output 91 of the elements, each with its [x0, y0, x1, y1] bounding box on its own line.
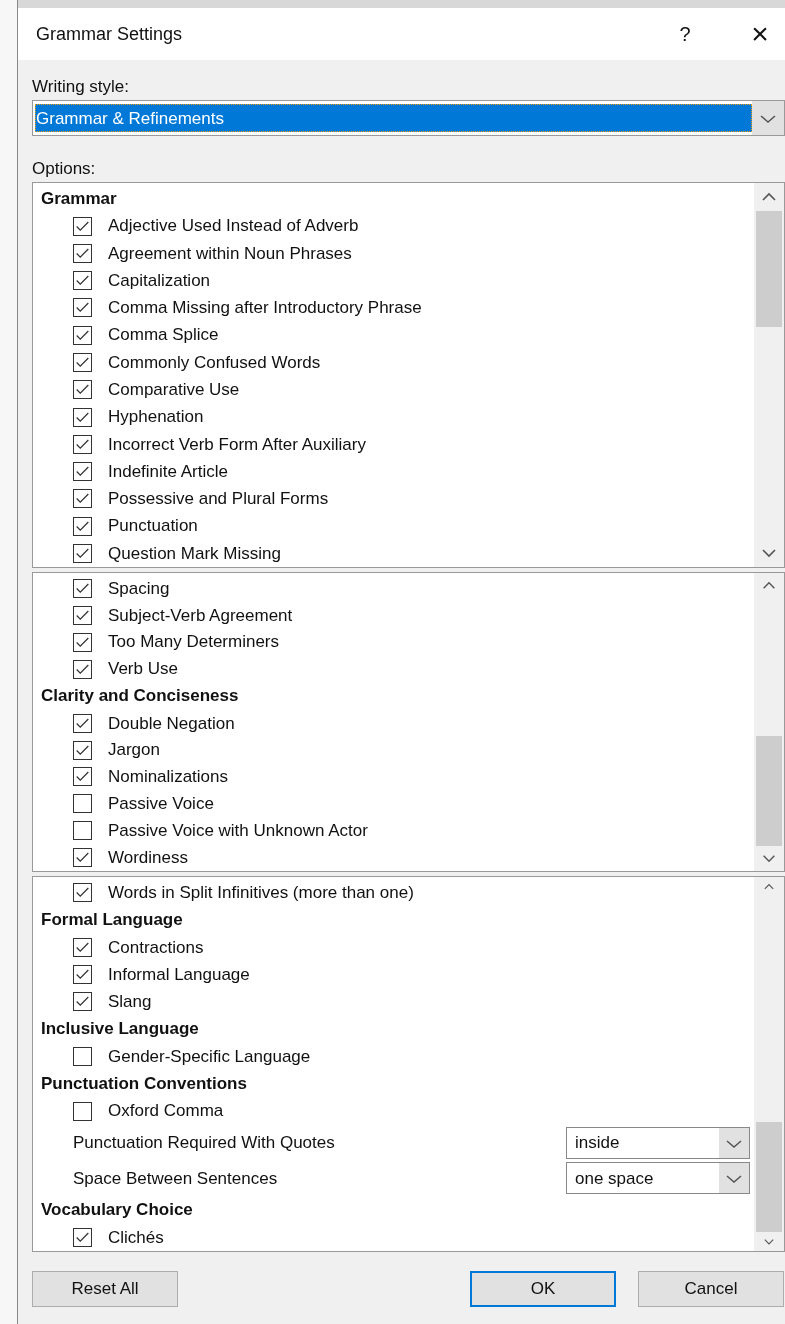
checkbox-label: Question Mark Missing	[108, 542, 281, 565]
checkbox[interactable]	[73, 848, 92, 868]
checkbox-label: Contractions	[108, 936, 204, 959]
checkbox[interactable]	[73, 516, 92, 536]
checkbox-label: Wordiness	[108, 846, 188, 869]
checkbox[interactable]	[73, 434, 92, 454]
chevron-down-icon	[719, 1163, 749, 1194]
checkbox-label: Double Negation	[108, 712, 235, 735]
dialog-button[interactable]: OK	[470, 1271, 616, 1307]
checkbox-label: Nominalizations	[108, 766, 228, 789]
checkbox[interactable]	[73, 489, 92, 509]
option-dropdown[interactable]: one space	[566, 1162, 750, 1195]
checkbox[interactable]	[73, 243, 92, 263]
chevron-down-icon	[752, 101, 784, 135]
checkbox[interactable]	[73, 632, 92, 652]
checkbox[interactable]	[73, 605, 92, 625]
checkbox-label: Hyphenation	[108, 406, 204, 429]
help-button[interactable]: ?	[655, 19, 715, 49]
section-heading: Grammar	[41, 188, 118, 210]
checkbox[interactable]	[73, 407, 92, 427]
section-heading: Punctuation Conventions	[41, 1073, 248, 1096]
checkbox-label: Subject-Verb Agreement	[108, 604, 293, 627]
checkbox[interactable]	[73, 352, 92, 372]
dropdown-value: inside	[574, 1131, 621, 1154]
option-dropdown[interactable]: inside	[566, 1126, 750, 1159]
writing-style-dropdown[interactable]: Grammar & Refinements	[32, 100, 785, 136]
checkbox[interactable]	[73, 216, 92, 236]
checkbox[interactable]	[73, 937, 92, 957]
checkbox[interactable]	[73, 1227, 92, 1247]
chevron-down-icon	[719, 1127, 749, 1158]
section-heading: Inclusive Language	[41, 1018, 200, 1041]
checkbox[interactable]	[73, 659, 92, 679]
checkbox-label: Oxford Comma	[108, 1100, 224, 1123]
checkbox[interactable]	[73, 794, 92, 814]
section-heading: Formal Language	[41, 909, 184, 932]
scroll-thumb[interactable]	[756, 736, 782, 846]
checkbox[interactable]	[73, 1101, 92, 1121]
checkbox-label: Capitalization	[108, 269, 211, 292]
checkbox-label: Possessive and Plural Forms	[108, 488, 329, 511]
checkbox[interactable]	[73, 821, 92, 841]
checkbox-label: Jargon	[108, 739, 160, 762]
checkbox-label: Punctuation	[108, 515, 198, 538]
section-heading: Clarity and Conciseness	[41, 685, 240, 708]
checkbox-label: Slang	[108, 991, 152, 1013]
checkbox[interactable]	[73, 713, 92, 733]
checkbox-label: Too Many Determiners	[108, 631, 279, 654]
checkbox[interactable]	[73, 1046, 92, 1066]
scrollbar[interactable]	[754, 573, 784, 871]
checkbox-label: Passive Voice	[108, 793, 214, 816]
section-heading: Vocabulary Choice	[41, 1199, 194, 1222]
checkbox-label: Informal Language	[108, 963, 250, 986]
checkbox-label: Agreement within Noun Phrases	[108, 242, 352, 265]
checkbox-label: Adjective Used Instead of Adverb	[108, 215, 359, 238]
checkbox-label: Comma Splice	[108, 324, 219, 347]
checkbox-label: Spacing	[108, 577, 170, 600]
checkbox[interactable]	[73, 992, 92, 1012]
checkbox[interactable]	[73, 578, 92, 598]
scroll-thumb[interactable]	[756, 211, 782, 327]
dialog-button[interactable]: Cancel	[638, 1271, 784, 1307]
checkbox-label: Incorrect Verb Form After Auxiliary	[108, 433, 366, 456]
checkbox[interactable]	[73, 380, 92, 400]
checkbox-label: Clichés	[108, 1226, 164, 1249]
option-label: Punctuation Required With Quotes	[73, 1131, 336, 1154]
option-label: Space Between Sentences	[73, 1167, 279, 1190]
checkbox-label: Gender-Specific Language	[108, 1045, 311, 1068]
dialog-button[interactable]: Reset All	[32, 1271, 178, 1307]
checkbox[interactable]	[73, 543, 92, 563]
window-title: Grammar Settings	[36, 22, 184, 46]
checkbox-label: Passive Voice with Unknown Actor	[108, 819, 368, 842]
dropdown-value: Grammar & Refinements	[35, 104, 752, 132]
checkbox[interactable]	[73, 462, 92, 482]
options-label: Options:	[32, 158, 97, 180]
checkbox-label: Commonly Confused Words	[108, 351, 321, 374]
checkbox[interactable]	[73, 883, 92, 903]
checkbox[interactable]	[73, 767, 92, 787]
checkbox-label: Comparative Use	[108, 378, 240, 401]
checkbox-label: Words in Split Infinitives (more than one)	[108, 881, 414, 904]
scrollbar[interactable]	[754, 877, 784, 1251]
dropdown-value: one space	[574, 1167, 655, 1190]
checkbox-label: Indefinite Article	[108, 460, 228, 483]
checkbox[interactable]	[73, 298, 92, 318]
checkbox[interactable]	[73, 325, 92, 345]
close-button[interactable]: ×	[735, 19, 785, 49]
writing-style-label: Writing style:	[32, 76, 130, 98]
checkbox[interactable]	[73, 271, 92, 291]
scrollbar[interactable]	[754, 183, 784, 567]
checkbox[interactable]	[73, 965, 92, 984]
scroll-thumb[interactable]	[756, 1121, 782, 1232]
checkbox[interactable]	[73, 740, 92, 760]
checkbox-label: Verb Use	[108, 658, 178, 681]
checkbox-label: Comma Missing after Introductory Phrase	[108, 297, 422, 320]
